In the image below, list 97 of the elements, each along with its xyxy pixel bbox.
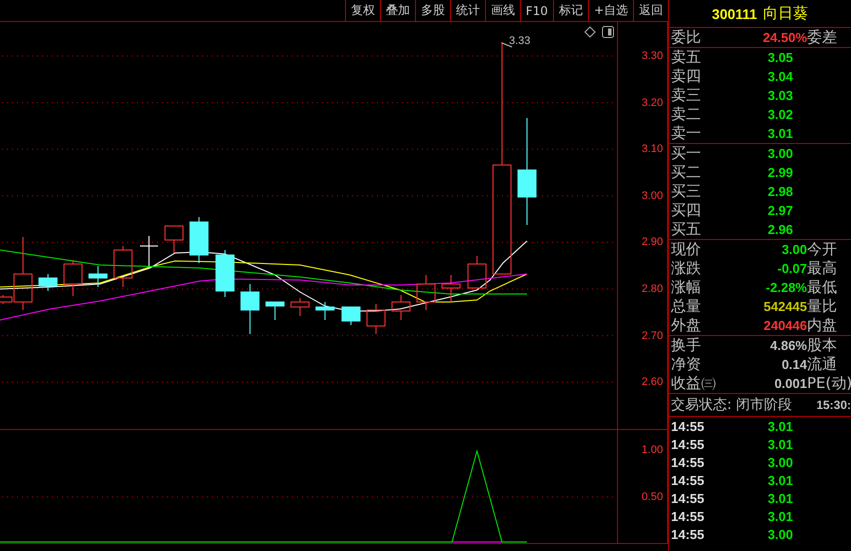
price-axis-label: 2.80 — [642, 282, 663, 296]
candlestick — [342, 306, 360, 326]
field-label: 最高 — [807, 259, 838, 278]
field-label: 委差 — [807, 28, 838, 47]
field-value: -0.07 — [776, 261, 807, 276]
indicator-axis-label: 0.50 — [642, 490, 663, 504]
indicator-axis-label: 1.00 — [642, 443, 663, 457]
diamond-icon[interactable] — [584, 26, 596, 38]
order-level-label: 卖二 — [670, 105, 702, 124]
tick-time: 14:55 — [670, 436, 706, 452]
candlestick — [266, 302, 284, 320]
order-price: 3.01 — [766, 126, 794, 141]
order-level-label: 卖五 — [670, 48, 702, 67]
trading-status: 交易状态: 闭市阶段 — [671, 396, 792, 414]
field-label: 净资 — [670, 355, 702, 374]
field-value: 24.50% — [762, 30, 807, 45]
candlestick — [468, 256, 486, 288]
price-axis-label: 3.10 — [642, 142, 663, 156]
field-value: 240446 — [762, 318, 807, 333]
tick-time: 14:55 — [670, 418, 706, 434]
tick-time: 14:55 — [670, 454, 706, 470]
field-label: 涨幅 — [670, 278, 702, 297]
candlestick — [164, 226, 184, 254]
order-level-label: 卖四 — [670, 67, 702, 86]
field-label: PE(动) — [807, 374, 851, 393]
tick-price: 3.01 — [766, 508, 794, 524]
candlestick — [64, 260, 82, 296]
candlestick — [416, 274, 436, 310]
order-price: 3.05 — [766, 50, 794, 65]
order-price: 3.04 — [766, 69, 794, 84]
tick-time: 14:55 — [670, 508, 706, 524]
tick-price: 3.00 — [766, 454, 794, 470]
tick-price: 3.01 — [766, 472, 794, 488]
tick-price: 3.01 — [766, 418, 794, 434]
order-price: 2.99 — [766, 165, 794, 180]
order-level-label: 买一 — [670, 144, 702, 163]
field-value: 3.00 — [780, 242, 807, 257]
order-level-label: 买二 — [670, 163, 702, 182]
candlestick — [442, 274, 460, 302]
candlestick — [366, 304, 386, 334]
candlestick — [392, 294, 410, 320]
stock-name: 向日葵 — [763, 4, 808, 23]
price-axis-label: 3.30 — [642, 49, 663, 63]
field-value: 0.14 — [780, 357, 807, 372]
tick-price: 3.00 — [766, 526, 794, 542]
field-value: 542445 — [762, 299, 807, 314]
price-axis-label: 2.60 — [642, 375, 663, 390]
field-label: 内盘 — [807, 316, 838, 335]
field-label: 外盘 — [670, 316, 702, 335]
order-price: 2.98 — [766, 184, 794, 199]
tick-price: 3.01 — [766, 490, 794, 506]
candlestick — [38, 274, 58, 292]
tick-price: 3.01 — [766, 436, 794, 452]
order-level-label: 卖一 — [670, 124, 702, 143]
price-axis-label: 3.20 — [642, 96, 663, 110]
price-axis-label: 3.00 — [642, 188, 663, 203]
tick-time: 14:55 — [670, 472, 706, 488]
order-level-label: 买三 — [670, 182, 702, 201]
field-label: 收益㈢ — [670, 374, 717, 393]
candlestick — [290, 298, 310, 316]
field-label: 换手 — [670, 336, 702, 355]
field-label: 最低 — [807, 278, 838, 297]
tick-time: 14:55 — [670, 526, 706, 542]
field-label: 股本 — [807, 336, 838, 355]
candlestick — [140, 236, 158, 266]
field-value: 0.001 — [773, 376, 807, 391]
candlestick — [88, 266, 108, 288]
panel-toggle-icon[interactable] — [602, 26, 614, 38]
field-label: 委比 — [670, 28, 702, 47]
order-level-label: 买五 — [670, 220, 702, 239]
order-price: 3.03 — [766, 88, 794, 103]
high-pointer-icon — [502, 42, 512, 48]
stock-code: 300111 — [712, 6, 758, 22]
field-label: 流通 — [807, 355, 838, 374]
order-price: 3.00 — [766, 146, 794, 161]
candlestick — [216, 250, 234, 298]
field-label: 今开 — [807, 240, 838, 259]
candlestick — [316, 302, 334, 320]
order-price: 2.97 — [766, 203, 794, 218]
field-label: 量比 — [807, 297, 838, 316]
field-label: 涨跌 — [670, 259, 702, 278]
high-price-label: 3.33 — [509, 34, 530, 48]
field-label: 现价 — [670, 240, 702, 259]
price-axis-label: 2.90 — [642, 235, 663, 250]
order-price: 2.96 — [766, 222, 794, 237]
order-level-label: 卖三 — [670, 86, 702, 105]
status-time: 15:30: — [816, 398, 851, 412]
candlestick — [240, 284, 260, 334]
field-label: 总量 — [670, 297, 702, 316]
candlestick — [190, 216, 208, 264]
field-value: 4.86% — [769, 338, 807, 353]
tick-time: 14:55 — [670, 490, 706, 506]
candlestick — [114, 246, 132, 288]
order-price: 3.02 — [766, 107, 794, 122]
price-axis-label: 2.70 — [642, 328, 663, 343]
order-level-label: 买四 — [670, 201, 702, 220]
field-value: -2.28% — [764, 280, 807, 295]
